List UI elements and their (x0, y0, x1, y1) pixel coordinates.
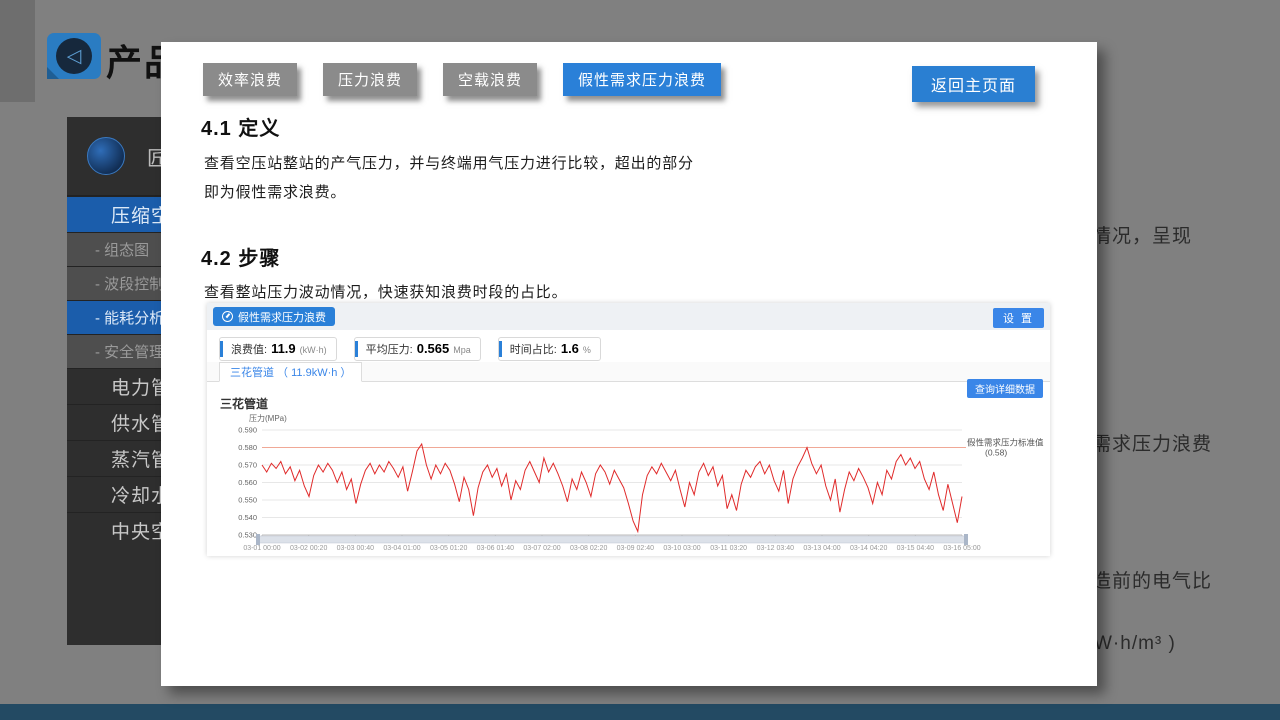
waste-tab[interactable]: 压力浪费 (323, 63, 417, 96)
waste-tab[interactable]: 效率浪费 (203, 63, 297, 96)
svg-text:03-01 00:00: 03-01 00:00 (243, 545, 280, 552)
svg-text:0.570: 0.570 (238, 461, 257, 470)
svg-text:0.590: 0.590 (238, 426, 257, 435)
svg-text:03-14 04:20: 03-14 04:20 (850, 545, 887, 552)
bg-text-fragment: 造前的电气比 (1092, 566, 1212, 593)
svg-text:03-04 01:00: 03-04 01:00 (383, 545, 420, 552)
svg-text:03-03 00:40: 03-03 00:40 (337, 545, 374, 552)
back-icon[interactable]: ◁ (47, 33, 101, 79)
stat-box: 浪费值:11.9(kW·h) (219, 337, 337, 361)
svg-text:压力(MPa): 压力(MPa) (249, 413, 287, 423)
pressure-chart: 压力(MPa) 0.590 0.580 0.570 0.560 0.550 0.540 0.5… (207, 409, 1050, 556)
definition-text: 查看空压站整站的产气压力，并与终端用气压力进行比较，超出的部分 即为假性需求浪费… (204, 149, 694, 207)
svg-text:03-06 01:40: 03-06 01:40 (477, 545, 514, 552)
section-heading-steps: 4.2 步骤 (201, 242, 280, 271)
bottom-bar (0, 704, 1280, 720)
bg-text-fragment: W·h/m³ ) (1094, 633, 1176, 655)
pipe-tab[interactable]: 三花管道 （ 11.9kW·h ） (219, 362, 362, 382)
dashboard-title: 假性需求压力浪费 (238, 309, 326, 325)
dashboard-screenshot: 假性需求压力浪费 设 置 浪费值:11.9(kW·h) 平均压力:0.565Mpa… (207, 303, 1050, 556)
dashboard-header: 假性需求压力浪费 设 置 (207, 303, 1050, 330)
stat-box: 平均压力:0.565Mpa (354, 337, 481, 361)
page-left-edge (0, 0, 35, 102)
definition-line: 即为假性需求浪费。 (204, 178, 694, 207)
waste-tabs: 效率浪费压力浪费空载浪费假性需求压力浪费 (203, 63, 721, 96)
svg-text:03-07 02:00: 03-07 02:00 (523, 545, 560, 552)
svg-text:03-11 03:20: 03-11 03:20 (710, 545, 747, 552)
bg-text-fragment: 情况，呈现 (1092, 221, 1192, 248)
waste-tab[interactable]: 假性需求压力浪费 (563, 63, 721, 96)
pipe-tab-row: 三花管道 （ 11.9kW·h ） (207, 362, 1050, 382)
svg-text:03-16 05:00: 03-16 05:00 (943, 545, 980, 552)
app-logo-icon (87, 137, 125, 175)
waste-tab[interactable]: 空载浪费 (443, 63, 537, 96)
dashboard-title-badge[interactable]: 假性需求压力浪费 (213, 307, 335, 326)
svg-text:假性需求压力标准值: 假性需求压力标准值 (967, 438, 1044, 448)
svg-text:0.550: 0.550 (238, 496, 257, 505)
stat-box: 时间占比:1.6% (498, 337, 601, 361)
definition-line: 查看空压站整站的产气压力，并与终端用气压力进行比较，超出的部分 (204, 149, 694, 178)
bg-text-fragment: 需求压力浪费 (1092, 429, 1212, 456)
section-heading-definition: 4.1 定义 (201, 112, 280, 141)
svg-text:03-05 01:20: 03-05 01:20 (430, 545, 467, 552)
svg-text:0.560: 0.560 (238, 478, 257, 487)
svg-text:03-09 02:40: 03-09 02:40 (617, 545, 654, 552)
content-modal: 效率浪费压力浪费空载浪费假性需求压力浪费 返回主页面 4.1 定义 查看空压站整… (161, 42, 1097, 686)
datazoom-slider[interactable] (258, 536, 966, 543)
return-home-button[interactable]: 返回主页面 (912, 66, 1035, 102)
svg-text:03-10 03:00: 03-10 03:00 (663, 545, 700, 552)
svg-text:(0.58): (0.58) (985, 448, 1007, 458)
settings-button[interactable]: 设 置 (993, 308, 1044, 328)
svg-text:0.530: 0.530 (238, 531, 257, 540)
svg-text:03-13 04:00: 03-13 04:00 (803, 545, 840, 552)
svg-text:0.580: 0.580 (238, 443, 257, 452)
svg-text:0.540: 0.540 (238, 513, 257, 522)
query-detail-button[interactable]: 查询详细数据 (967, 379, 1043, 398)
stats-row: 浪费值:11.9(kW·h) 平均压力:0.565Mpa 时间占比:1.6% (219, 337, 601, 361)
svg-text:03-02 00:20: 03-02 00:20 (290, 545, 327, 552)
svg-text:03-08 02:20: 03-08 02:20 (570, 545, 607, 552)
svg-text:03-12 03:40: 03-12 03:40 (757, 545, 794, 552)
svg-text:03-15 04:40: 03-15 04:40 (897, 545, 934, 552)
gauge-icon (222, 311, 233, 322)
back-arrow-icon: ◁ (56, 38, 92, 74)
